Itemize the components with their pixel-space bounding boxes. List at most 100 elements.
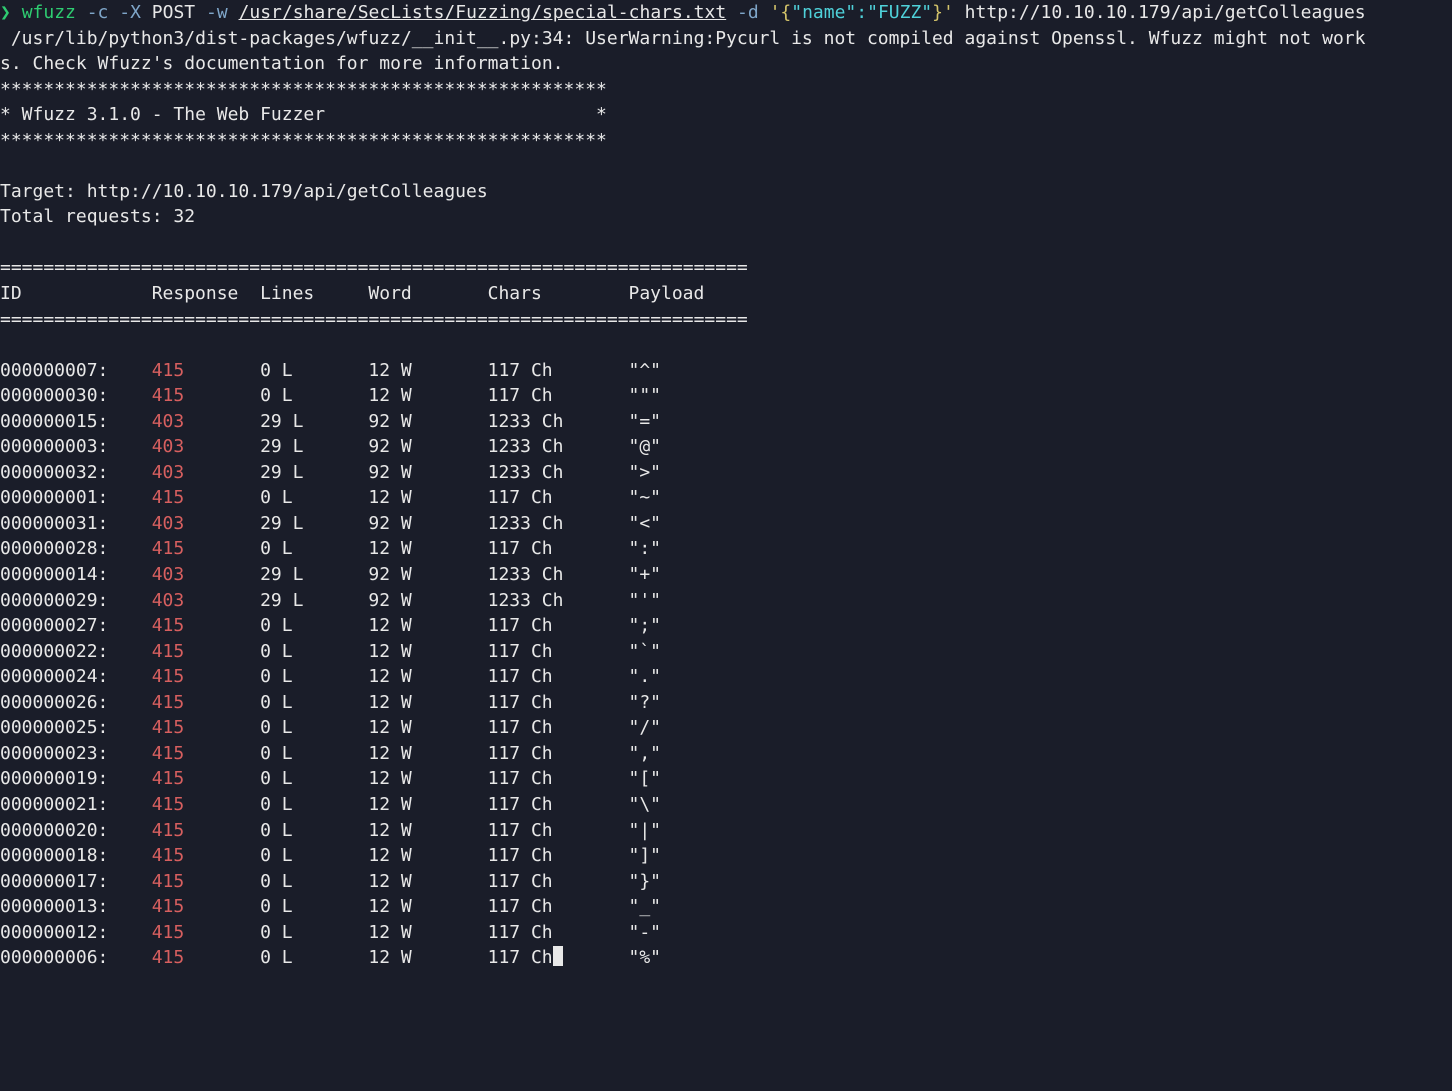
cell-word: 12 W [368,715,487,741]
table-row: 000000020:4150 L12 W117 Ch"|" [0,818,1450,844]
flag-d: -d [737,2,759,23]
cell-word: 12 W [368,690,487,716]
cell-word: 92 W [368,460,487,486]
table-row: 000000029:40329 L92 W1233 Ch"'" [0,588,1450,614]
cell-chars: 117 Ch [488,741,629,767]
cell-chars: 117 Ch [488,690,629,716]
cell-response: 415 [152,639,260,665]
cell-lines: 29 L [260,511,368,537]
cell-response: 415 [152,920,260,946]
cell-chars: 117 Ch [488,358,629,384]
cell-payload: "/" [629,715,759,741]
cell-id: 000000032: [0,460,152,486]
cell-word: 12 W [368,383,487,409]
table-row: 000000003:40329 L92 W1233 Ch"@" [0,434,1450,460]
col-payload: Payload [629,281,759,307]
results-table: 000000007:4150 L12 W117 Ch"^"000000030:4… [0,358,1450,971]
cell-lines: 0 L [260,613,368,639]
cell-chars: 117 Ch [488,485,629,511]
cell-chars: 1233 Ch [488,409,629,435]
cell-response: 415 [152,383,260,409]
cell-payload: "=" [629,409,759,435]
cell-payload: "]" [629,843,759,869]
cell-chars: 1233 Ch [488,460,629,486]
cell-id: 000000013: [0,894,152,920]
cell-payload: "-" [629,920,759,946]
cell-lines: 0 L [260,818,368,844]
cell-payload: "^" [629,358,759,384]
cell-chars: 117 Ch [488,383,629,409]
cell-response: 403 [152,588,260,614]
cell-chars: 117 Ch [488,818,629,844]
table-row: 000000032:40329 L92 W1233 Ch">" [0,460,1450,486]
cell-word: 12 W [368,920,487,946]
cell-payload: ";" [629,613,759,639]
cell-id: 000000026: [0,690,152,716]
cell-response: 415 [152,843,260,869]
column-headers: IDResponseLinesWordCharsPayload [0,283,759,304]
flag-c: -c [87,2,109,23]
cell-lines: 29 L [260,434,368,460]
cell-payload: ":" [629,536,759,562]
cell-payload: "|" [629,818,759,844]
json-open: '{ [770,2,792,23]
cell-response: 415 [152,664,260,690]
table-row: 000000015:40329 L92 W1233 Ch"=" [0,409,1450,435]
cell-payload: ">" [629,460,759,486]
cell-id: 000000007: [0,358,152,384]
cell-lines: 0 L [260,843,368,869]
table-row: 000000014:40329 L92 W1233 Ch"+" [0,562,1450,588]
cell-payload: "%" [629,945,759,971]
col-id: ID [0,281,152,307]
cell-chars: 117 Ch [488,613,629,639]
table-row: 000000006:4150 L12 W117 Ch"%" [0,945,1450,971]
cell-lines: 0 L [260,358,368,384]
total-requests-line: Total requests: 32 [0,206,195,227]
cell-lines: 29 L [260,562,368,588]
cell-id: 000000022: [0,639,152,665]
cell-word: 12 W [368,818,487,844]
cell-id: 000000014: [0,562,152,588]
cell-response: 403 [152,409,260,435]
cell-response: 415 [152,485,260,511]
cell-id: 000000023: [0,741,152,767]
cell-word: 92 W [368,588,487,614]
cell-response: 415 [152,690,260,716]
cell-response: 403 [152,434,260,460]
cell-id: 000000015: [0,409,152,435]
cell-chars: 1233 Ch [488,511,629,537]
target-url: http://10.10.10.179/api/getColleagues [954,2,1366,23]
cell-word: 12 W [368,945,487,971]
cell-payload: "." [629,664,759,690]
cell-word: 12 W [368,869,487,895]
flag-w: -w [206,2,228,23]
warning-text: /usr/lib/python3/dist-packages/wfuzz/__i… [0,28,1365,75]
table-row: 000000027:4150 L12 W117 Ch";" [0,613,1450,639]
cell-payload: "'" [629,588,759,614]
json-key: "name" [791,2,856,23]
cell-lines: 0 L [260,485,368,511]
cell-lines: 0 L [260,690,368,716]
cursor [553,946,563,966]
cell-id: 000000021: [0,792,152,818]
cell-chars: 117 Ch [488,843,629,869]
cell-payload: "[" [629,766,759,792]
cell-lines: 0 L [260,945,368,971]
col-response: Response [152,281,260,307]
cell-id: 000000027: [0,613,152,639]
cell-id: 000000017: [0,869,152,895]
cell-chars: 117 Ch [488,766,629,792]
cell-lines: 29 L [260,460,368,486]
table-row: 000000017:4150 L12 W117 Ch"}" [0,869,1450,895]
cell-response: 415 [152,358,260,384]
cell-lines: 29 L [260,409,368,435]
cell-chars: 117 Ch [488,536,629,562]
terminal-output[interactable]: ❯ wfuzz -c -X POST -w /usr/share/SecList… [0,0,1452,971]
col-chars: Chars [488,281,629,307]
cell-response: 415 [152,613,260,639]
cell-word: 12 W [368,358,487,384]
cell-payload: "`" [629,639,759,665]
table-row: 000000007:4150 L12 W117 Ch"^" [0,358,1450,384]
table-row: 000000024:4150 L12 W117 Ch"." [0,664,1450,690]
cell-word: 12 W [368,664,487,690]
